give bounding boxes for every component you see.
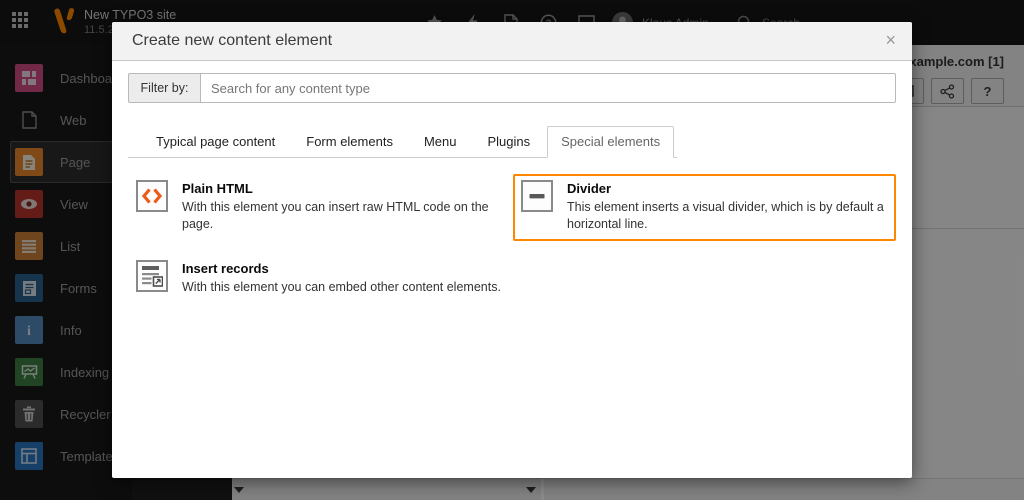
code-icon — [136, 180, 168, 212]
tab-plugins[interactable]: Plugins — [473, 126, 544, 157]
insert-records-icon — [136, 260, 168, 292]
typo3-backend: New TYPO3 site 11.5.2 ? Klaus A — [0, 0, 1024, 500]
filter-group: Filter by: — [128, 73, 896, 103]
element-title: Plain HTML — [182, 181, 503, 196]
divider-icon — [521, 180, 553, 212]
tab-special-elements[interactable]: Special elements — [547, 126, 674, 158]
modal-title: Create new content element — [132, 32, 332, 50]
content-element-list: Plain HTML With this element you can ins… — [128, 174, 896, 304]
modal-body: Filter by: Typical page content Form ele… — [112, 61, 912, 304]
element-title: Insert records — [182, 261, 501, 276]
element-title: Divider — [567, 181, 888, 196]
element-description: With this element you can insert raw HTM… — [182, 199, 503, 233]
content-type-search-input[interactable] — [200, 73, 896, 103]
tab-form-elements[interactable]: Form elements — [292, 126, 407, 157]
element-item-insert-records[interactable]: Insert records With this element you can… — [128, 254, 511, 304]
filter-label: Filter by: — [128, 73, 200, 103]
element-item-plain-html[interactable]: Plain HTML With this element you can ins… — [128, 174, 511, 241]
modal-tabs: Typical page content Form elements Menu … — [128, 126, 677, 158]
tab-typical-page-content[interactable]: Typical page content — [142, 126, 289, 157]
element-description: With this element you can embed other co… — [182, 279, 501, 296]
close-icon[interactable]: × — [885, 30, 896, 52]
tab-menu[interactable]: Menu — [410, 126, 471, 157]
modal-header: Create new content element × — [112, 22, 912, 61]
element-item-divider[interactable]: Divider This element inserts a visual di… — [513, 174, 896, 241]
new-content-element-modal: Create new content element × Filter by: … — [112, 22, 912, 478]
element-description: This element inserts a visual divider, w… — [567, 199, 888, 233]
